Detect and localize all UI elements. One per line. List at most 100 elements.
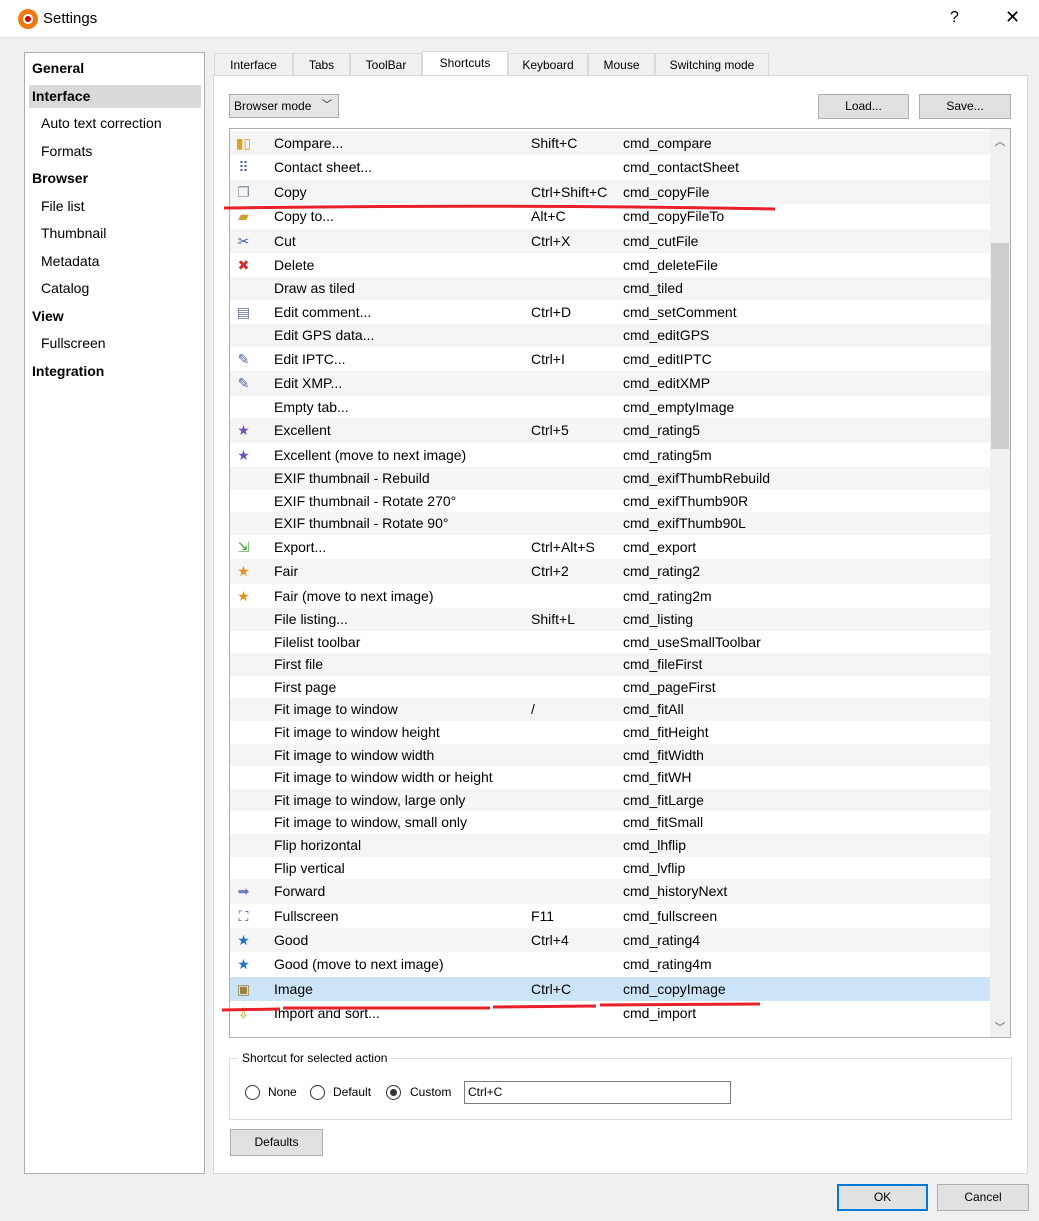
shortcut-row[interactable]: Flip horizontal cmd_lhflip [230, 833, 990, 857]
window-title: Settings [43, 10, 98, 27]
action-command: cmd_copyImage [623, 980, 726, 997]
shortcut-row[interactable]: ★ Excellent Ctrl+5 cmd_rating5 [230, 418, 990, 443]
shortcut-row[interactable]: EXIF thumbnail - Rotate 90° cmd_exifThumb… [230, 512, 990, 535]
no-icon [235, 612, 252, 629]
shortcut-row[interactable]: EXIF thumbnail - Rotate 270° cmd_exifThum… [230, 490, 990, 513]
shortcut-row[interactable]: Fit image to window width or height cmd_f… [230, 766, 990, 789]
action-name: Edit GPS data... [274, 327, 375, 344]
radio-none[interactable] [245, 1085, 260, 1100]
sidebar-item-browser[interactable]: Browser [29, 167, 201, 190]
mode-dropdown[interactable]: Browser mode ﹀ [229, 94, 339, 118]
tab-keyboard[interactable]: Keyboard [508, 53, 588, 76]
save-button[interactable]: Save... [919, 94, 1011, 119]
tab-toolbar[interactable]: ToolBar [350, 53, 422, 76]
action-name: Export... [274, 538, 327, 555]
action-name: Forward [274, 883, 326, 900]
shortcut-row[interactable]: ▤ Edit comment... Ctrl+D cmd_setComment [230, 300, 990, 324]
shortcut-row[interactable]: Fit image to window, small only cmd_fitSm… [230, 811, 990, 834]
shortcut-row[interactable]: Edit GPS data... cmd_editGPS [230, 324, 990, 347]
action-name: Compare... [274, 135, 344, 151]
shortcut-row[interactable]: ⛶ Fullscreen F11 cmd_fullscreen [230, 904, 990, 928]
action-name: Edit XMP... [274, 375, 343, 392]
scroll-down-icon[interactable]: ﹀ [990, 1019, 1010, 1035]
cancel-button[interactable]: Cancel [937, 1184, 1029, 1211]
shortcut-row[interactable]: First page cmd_pageFirst [230, 676, 990, 699]
image-icon: ▣ [236, 980, 251, 997]
sidebar-item-general[interactable]: General [29, 57, 201, 80]
tab-switching-mode[interactable]: Switching mode [655, 53, 769, 76]
sidebar-item-file-list[interactable]: File list [29, 195, 201, 218]
shortcut-row[interactable]: ★ Fair Ctrl+2 cmd_rating2 [230, 559, 990, 584]
no-icon [235, 838, 252, 855]
action-command: cmd_rating5m [623, 446, 712, 463]
shortcuts-list[interactable]: ▮▯ Compare... Shift+C cmd_compare ⠿ Contact s… [229, 128, 1011, 1038]
sidebar-item-fullscreen[interactable]: Fullscreen [29, 332, 201, 355]
shortcut-row[interactable]: Draw as tiled cmd_tiled [230, 277, 990, 300]
help-button[interactable]: ? [950, 9, 959, 27]
shortcut-row[interactable]: Empty tab... cmd_emptyImage [230, 396, 990, 419]
scroll-up-icon[interactable]: ︿ [990, 133, 1010, 149]
shortcut-row[interactable]: EXIF thumbnail - Rebuild cmd_exifThumbReb… [230, 467, 990, 490]
tab-tabs[interactable]: Tabs [293, 53, 350, 76]
shortcut-row[interactable]: ✖ Delete cmd_deleteFile [230, 253, 990, 277]
ok-button[interactable]: OK [837, 1184, 928, 1211]
action-name: Flip horizontal [274, 836, 362, 853]
action-shortcut: Ctrl+C [531, 980, 572, 997]
shortcut-row[interactable]: Fit image to window width cmd_fitWidth [230, 743, 990, 767]
shortcut-row[interactable]: Filelist toolbar cmd_useSmallToolbar [230, 631, 990, 654]
action-name: Draw as tiled [274, 280, 355, 297]
shortcut-row[interactable]: Flip vertical cmd_lvflip [230, 857, 990, 880]
action-name: First page [274, 678, 337, 695]
action-command: cmd_import [623, 1005, 697, 1022]
radio-none-label: None [268, 1085, 297, 1099]
shortcut-row[interactable]: ★ Fair (move to next image) cmd_rating2m [230, 584, 990, 608]
shortcut-row[interactable]: ⇩ Import and sort... cmd_import [230, 1001, 990, 1025]
action-command: cmd_lvflip [623, 859, 686, 876]
shortcut-row[interactable]: Fit image to window, large only cmd_fitLa… [230, 788, 990, 812]
load-button[interactable]: Load... [818, 94, 909, 119]
sidebar-item-metadata[interactable]: Metadata [29, 250, 201, 273]
shortcut-row[interactable]: ✂ Cut Ctrl+X cmd_cutFile [230, 228, 990, 253]
sidebar-item-catalog[interactable]: Catalog [29, 277, 201, 300]
action-command: cmd_listing [623, 611, 694, 628]
action-command: cmd_copyFileTo [623, 208, 725, 225]
action-name: Excellent (move to next image) [274, 446, 467, 463]
no-icon [235, 770, 252, 787]
shortcut-row[interactable]: ▰ Copy to... Alt+C cmd_copyFileTo [230, 204, 990, 228]
shortcut-row[interactable]: ★ Excellent (move to next image) cmd_ratin… [230, 443, 990, 467]
shortcut-row[interactable]: ▣ Image Ctrl+C cmd_copyImage [230, 976, 990, 1002]
sidebar-item-auto-text-correction[interactable]: Auto text correction [29, 112, 201, 135]
action-command: cmd_fitWidth [623, 746, 704, 763]
defaults-button[interactable]: Defaults [230, 1129, 323, 1156]
shortcut-row[interactable]: ➡ Forward cmd_historyNext [230, 879, 990, 904]
shortcut-row[interactable]: ❐ Copy Ctrl+Shift+C cmd_copyFile [230, 179, 990, 205]
scrollbar[interactable]: ︿ ﹀ [990, 129, 1010, 1037]
sidebar-item-formats[interactable]: Formats [29, 140, 201, 163]
sidebar-item-thumbnail[interactable]: Thumbnail [29, 222, 201, 245]
action-command: cmd_fitHeight [623, 724, 709, 740]
sidebar-item-interface[interactable]: Interface [29, 84, 201, 108]
tab-interface[interactable]: Interface [214, 53, 293, 76]
close-button[interactable]: ✕ [1005, 7, 1020, 28]
shortcut-row[interactable]: ✎ Edit IPTC... Ctrl+I cmd_editIPTC [230, 347, 990, 371]
no-icon [235, 494, 252, 511]
shortcut-row[interactable]: ⠿ Contact sheet... cmd_contactSheet [230, 155, 990, 179]
shortcut-row[interactable]: File listing... Shift+L cmd_listing [230, 608, 990, 631]
sidebar-item-integration[interactable]: Integration [29, 360, 201, 383]
action-name: Good [274, 931, 309, 948]
sidebar-item-view[interactable]: View [29, 305, 201, 328]
shortcut-row[interactable]: ⇲ Export... Ctrl+Alt+S cmd_export [230, 535, 990, 559]
scrollbar-thumb[interactable] [991, 243, 1009, 449]
radio-custom[interactable] [386, 1085, 401, 1100]
shortcut-row[interactable]: ✎ Edit XMP... cmd_editXMP [230, 371, 990, 396]
radio-default[interactable] [310, 1085, 325, 1100]
tab-mouse[interactable]: Mouse [588, 53, 655, 76]
shortcut-row[interactable]: ★ Good Ctrl+4 cmd_rating4 [230, 927, 990, 953]
shortcut-input[interactable]: Ctrl+C [464, 1081, 731, 1104]
tab-shortcuts[interactable]: Shortcuts [422, 51, 508, 76]
shortcut-row[interactable]: Fit image to window / cmd_fitAll [230, 698, 990, 721]
shortcut-row[interactable]: Fit image to window height cmd_fitHeight [230, 721, 990, 744]
shortcut-row[interactable]: ★ Good (move to next image) cmd_rating4m [230, 952, 990, 976]
shortcut-row[interactable]: ▮▯ Compare... Shift+C cmd_compare [230, 131, 990, 156]
shortcut-row[interactable]: First file cmd_fileFirst [230, 653, 990, 676]
